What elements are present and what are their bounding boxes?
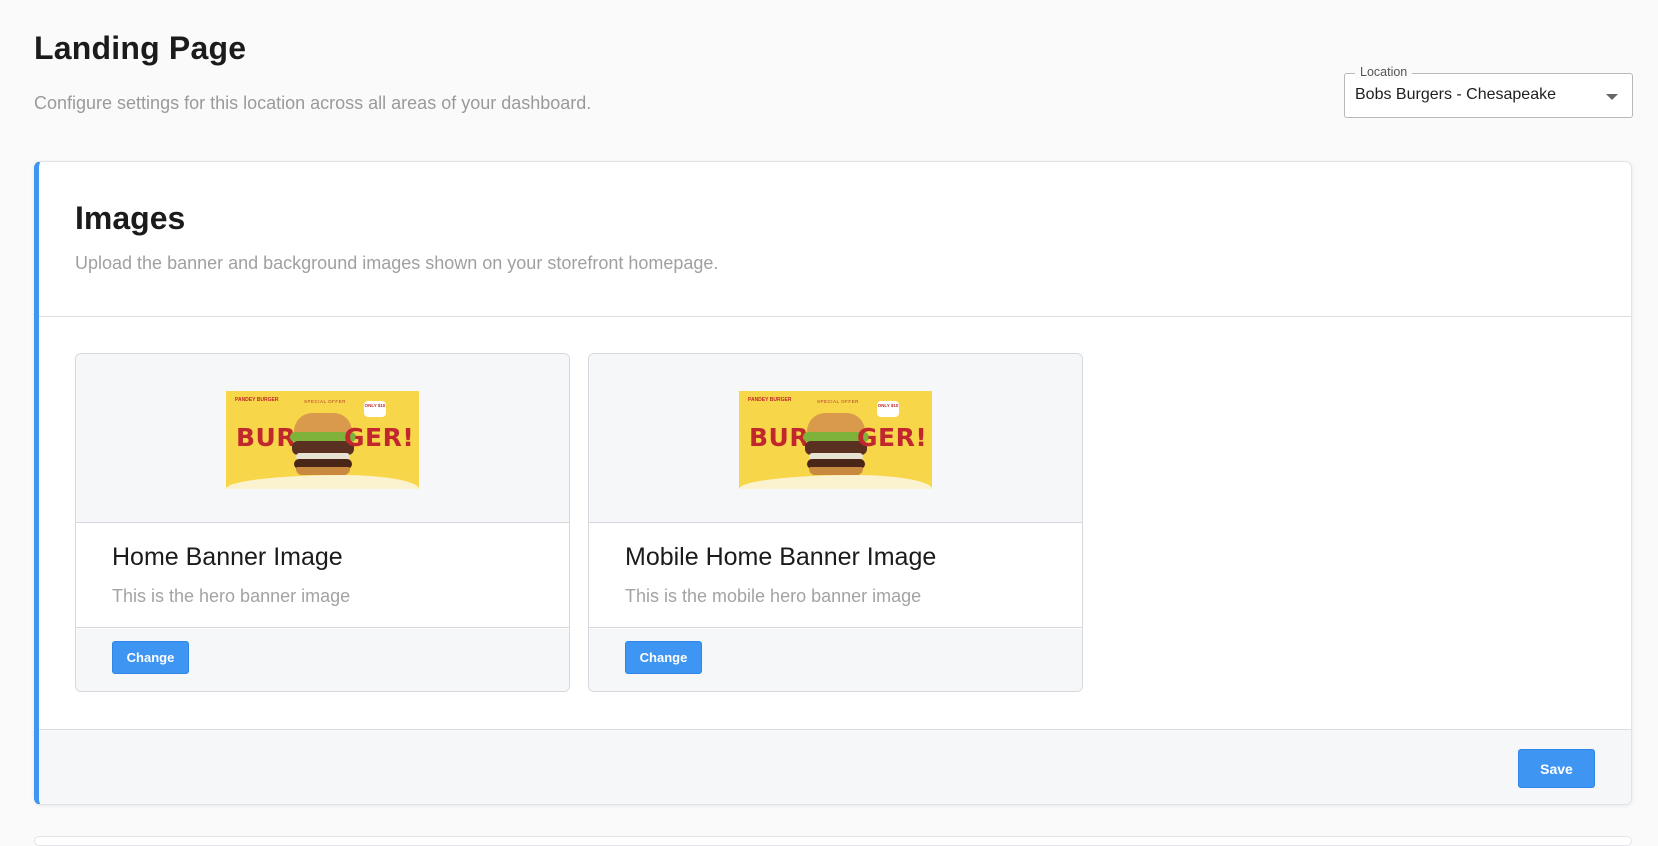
banner-logo-text: PANDEY BURGER (235, 397, 279, 403)
page-header: Landing Page Configure settings for this… (34, 30, 591, 114)
card-body: Home Banner Image This is the hero banne… (76, 523, 569, 628)
banner-word-right: GER! (344, 423, 415, 452)
change-mobile-banner-button[interactable]: Change (625, 641, 702, 674)
chevron-down-icon (1606, 94, 1618, 100)
images-panel: Images Upload the banner and background … (34, 161, 1632, 805)
banner-wave (226, 475, 419, 489)
banner-wave (739, 475, 932, 489)
images-panel-header: Images Upload the banner and background … (39, 162, 1631, 317)
change-home-banner-button[interactable]: Change (112, 641, 189, 674)
location-select[interactable]: Location Bobs Burgers - Chesapeake (1344, 65, 1633, 118)
banner-price-text: ONLY $10 (877, 401, 899, 417)
page-subtitle: Configure settings for this location acr… (34, 93, 592, 113)
image-preview: PANDEY BURGER SPECIAL OFFER ONLY $10 BUR… (76, 354, 569, 523)
home-banner-card: PANDEY BURGER SPECIAL OFFER ONLY $10 BUR… (75, 353, 570, 692)
card-body: Mobile Home Banner Image This is the mob… (589, 523, 1082, 628)
banner-offer-text: SPECIAL OFFER (817, 399, 859, 404)
banner-word-right: GER! (857, 423, 928, 452)
card-title: Home Banner Image (112, 543, 343, 571)
images-panel-footer: Save (39, 729, 1631, 804)
save-button[interactable]: Save (1518, 749, 1595, 788)
card-title: Mobile Home Banner Image (625, 543, 937, 571)
banner-offer-text: SPECIAL OFFER (304, 399, 346, 404)
next-panel-edge (34, 836, 1632, 846)
image-preview: PANDEY BURGER SPECIAL OFFER ONLY $10 BUR… (589, 354, 1082, 523)
banner-thumbnail: PANDEY BURGER SPECIAL OFFER ONLY $10 BUR… (739, 391, 932, 489)
banner-logo-text: PANDEY BURGER (748, 397, 792, 403)
banner-thumbnail: PANDEY BURGER SPECIAL OFFER ONLY $10 BUR… (226, 391, 419, 489)
card-footer: Change (76, 629, 569, 691)
images-panel-title: Images (75, 200, 186, 236)
page-title: Landing Page (34, 30, 247, 66)
banner-price-text: ONLY $10 (364, 401, 386, 417)
card-footer: Change (589, 629, 1082, 691)
card-description: This is the mobile hero banner image (625, 586, 922, 606)
mobile-home-banner-card: PANDEY BURGER SPECIAL OFFER ONLY $10 BUR… (588, 353, 1083, 692)
images-panel-subtitle: Upload the banner and background images … (75, 253, 719, 273)
location-value: Bobs Burgers - Chesapeake (1355, 86, 1556, 103)
card-description: This is the hero banner image (112, 586, 351, 606)
location-label: Location (1355, 65, 1413, 79)
